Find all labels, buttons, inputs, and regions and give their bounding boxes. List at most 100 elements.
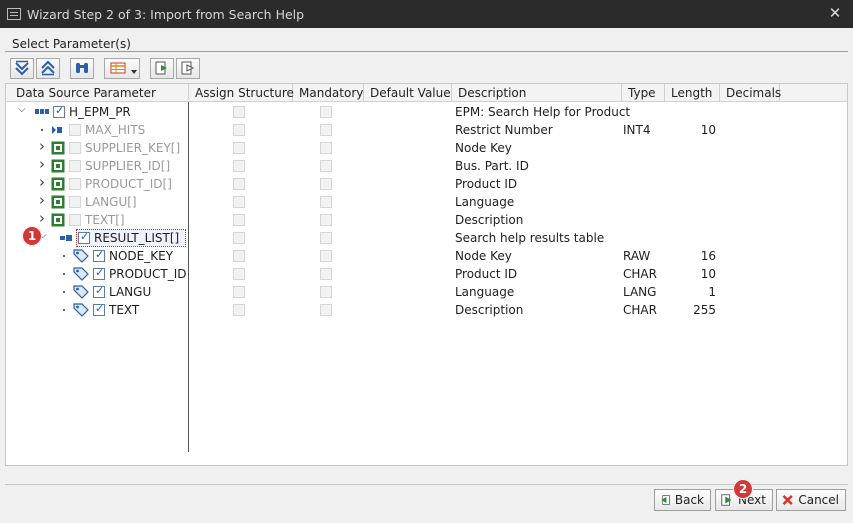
node-checkbox[interactable] bbox=[93, 284, 105, 298]
node-name: TEXT[] bbox=[85, 213, 125, 227]
mandatory-checkbox[interactable] bbox=[320, 106, 332, 118]
node-checkbox[interactable] bbox=[69, 142, 81, 154]
node-checkbox[interactable] bbox=[53, 104, 65, 118]
assign-structure-checkbox[interactable] bbox=[233, 286, 245, 298]
node-checkbox[interactable] bbox=[93, 302, 105, 316]
node-description: Product ID bbox=[455, 177, 518, 191]
assign-structure-checkbox[interactable] bbox=[233, 232, 245, 244]
mandatory-checkbox[interactable] bbox=[320, 304, 332, 316]
chevron-right-icon[interactable]: › bbox=[39, 173, 45, 191]
tree-row[interactable]: › PRODUCT_ID[] Product ID bbox=[6, 173, 847, 193]
node-name: TEXT bbox=[109, 303, 140, 317]
chevron-right-icon[interactable]: › bbox=[39, 137, 45, 155]
node-checkbox[interactable] bbox=[69, 214, 81, 226]
assign-structure-checkbox[interactable] bbox=[233, 250, 245, 262]
node-checkbox[interactable] bbox=[93, 266, 105, 280]
tree-row[interactable]: PRODUCT_ID Product ID CHAR 10 bbox=[6, 265, 847, 283]
assign-structure-checkbox[interactable] bbox=[233, 268, 245, 280]
mandatory-checkbox[interactable] bbox=[320, 178, 332, 190]
node-checkbox[interactable] bbox=[69, 178, 81, 190]
column-header-assign-structure[interactable]: Assign Structure bbox=[189, 84, 294, 102]
mandatory-checkbox[interactable] bbox=[320, 286, 332, 298]
chevron-right-icon[interactable]: › bbox=[39, 209, 45, 227]
assign-structure-checkbox[interactable] bbox=[233, 214, 245, 226]
select-all-icon bbox=[155, 61, 167, 75]
tree-row[interactable]: LANGU Language LANG 1 bbox=[6, 283, 847, 301]
mandatory-checkbox[interactable] bbox=[320, 214, 332, 226]
tree-row[interactable]: ⌵RESULT_LIST[]Search help results table bbox=[6, 229, 847, 247]
deselect-all-button[interactable] bbox=[176, 57, 200, 79]
tree-row[interactable]: ⌵ H_EPM_PR EPM: Search Help for Product bbox=[6, 103, 847, 121]
node-checkbox[interactable] bbox=[69, 160, 81, 172]
column-header-type[interactable]: Type bbox=[622, 84, 665, 102]
tree-row[interactable]: › TEXT[] Description bbox=[6, 209, 847, 230]
node-length bbox=[666, 229, 716, 247]
column-header-length[interactable]: Length bbox=[665, 84, 720, 102]
assign-structure-checkbox[interactable] bbox=[233, 196, 245, 208]
assign-structure-checkbox[interactable] bbox=[233, 106, 245, 118]
back-arrow-icon bbox=[661, 495, 670, 505]
tree-row[interactable]: › SUPPLIER_KEY[] Node Key bbox=[6, 137, 847, 157]
node-name: MAX_HITS bbox=[85, 123, 146, 137]
node-description: Bus. Part. ID bbox=[455, 159, 529, 173]
back-button[interactable]: Back bbox=[654, 489, 711, 511]
table-icon bbox=[51, 213, 65, 230]
mandatory-checkbox[interactable] bbox=[320, 232, 332, 244]
node-checkbox[interactable] bbox=[93, 248, 105, 262]
tree-row[interactable]: NODE_KEY Node Key RAW 16 bbox=[6, 247, 847, 265]
assign-structure-checkbox[interactable] bbox=[233, 304, 245, 316]
tree-leaf-dot bbox=[63, 255, 65, 257]
tree-leaf-dot bbox=[41, 129, 43, 131]
window-titlebar: Wizard Step 2 of 3: Import from Search H… bbox=[0, 0, 853, 28]
select-all-button[interactable] bbox=[150, 57, 174, 79]
window-title: Wizard Step 2 of 3: Import from Search H… bbox=[27, 6, 305, 22]
tree-row[interactable]: › SUPPLIER_ID[] Bus. Part. ID bbox=[6, 155, 847, 175]
tree-leaf-dot bbox=[63, 291, 65, 293]
node-name: H_EPM_PR bbox=[69, 105, 131, 119]
node-checkbox[interactable] bbox=[69, 196, 81, 208]
node-description: Language bbox=[455, 285, 515, 299]
node-type: INT4 bbox=[623, 123, 651, 137]
assign-structure-checkbox[interactable] bbox=[233, 160, 245, 172]
chevron-right-icon[interactable]: › bbox=[39, 191, 45, 209]
column-header-description[interactable]: Description bbox=[452, 84, 622, 102]
expand-all-button[interactable] bbox=[10, 57, 34, 79]
close-icon[interactable]: ✕ bbox=[825, 3, 845, 23]
mandatory-checkbox[interactable] bbox=[320, 160, 332, 172]
node-length: 10 bbox=[700, 267, 716, 281]
cancel-button[interactable]: Cancel bbox=[776, 489, 846, 511]
column-header-mandatory[interactable]: Mandatory bbox=[293, 84, 364, 102]
section-title: Select Parameter(s) bbox=[12, 37, 131, 51]
node-name: LANGU[] bbox=[85, 195, 137, 209]
mandatory-checkbox[interactable] bbox=[320, 124, 332, 136]
tree-row[interactable]: › LANGU[] Language bbox=[6, 191, 847, 211]
node-length: 1 bbox=[708, 285, 716, 299]
layout-menu-button[interactable] bbox=[104, 57, 140, 79]
chevron-down-icon bbox=[131, 69, 137, 74]
expand-all-icon bbox=[15, 60, 29, 76]
node-name: PRODUCT_ID[] bbox=[85, 177, 172, 191]
find-button[interactable] bbox=[70, 57, 94, 79]
mandatory-checkbox[interactable] bbox=[320, 142, 332, 154]
column-header-decimals[interactable]: Decimals bbox=[720, 84, 781, 102]
node-type: CHAR bbox=[623, 267, 657, 281]
column-header-data-source-parameter[interactable]: Data Source Parameter bbox=[6, 84, 189, 102]
assign-structure-checkbox[interactable] bbox=[233, 124, 245, 136]
mandatory-checkbox[interactable] bbox=[320, 196, 332, 208]
collapse-all-button[interactable] bbox=[36, 57, 60, 79]
node-type: CHAR bbox=[623, 303, 657, 317]
node-checkbox[interactable] bbox=[69, 124, 81, 136]
tree-row[interactable]: MAX_HITS Restrict Number INT4 10 bbox=[6, 121, 847, 139]
tree-row[interactable]: TEXT Description CHAR 255 bbox=[6, 301, 847, 319]
chevron-right-icon[interactable]: › bbox=[39, 155, 45, 173]
chevron-down-icon[interactable]: ⌵ bbox=[18, 104, 26, 115]
mandatory-checkbox[interactable] bbox=[320, 268, 332, 280]
mandatory-checkbox[interactable] bbox=[320, 250, 332, 262]
assign-structure-checkbox[interactable] bbox=[233, 142, 245, 154]
collapse-all-icon bbox=[41, 60, 55, 76]
node-checkbox[interactable] bbox=[78, 230, 90, 244]
result-table-icon bbox=[60, 231, 74, 248]
footer-divider bbox=[5, 484, 848, 485]
column-header-default-value[interactable]: Default Value bbox=[364, 84, 452, 102]
assign-structure-checkbox[interactable] bbox=[233, 178, 245, 190]
